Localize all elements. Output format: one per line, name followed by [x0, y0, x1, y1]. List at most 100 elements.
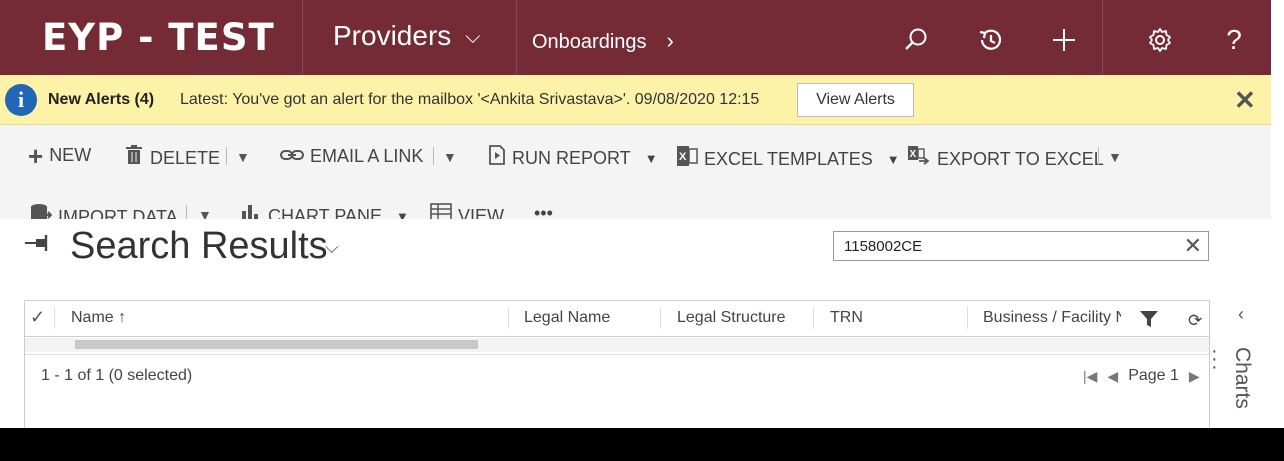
horizontal-scrollbar[interactable]: [25, 338, 1209, 352]
filter-icon[interactable]: [1139, 310, 1159, 333]
close-icon[interactable]: ✕: [1234, 85, 1256, 116]
previous-page-icon[interactable]: ◀: [1107, 368, 1118, 385]
column-header-trn[interactable]: TRN: [830, 309, 863, 327]
column-header-business-facility[interactable]: Business / Facility N: [983, 309, 1121, 327]
help-icon[interactable]: ?: [1216, 22, 1252, 58]
import-data-label: IMPORT DATA: [58, 206, 178, 220]
area-label: Providers: [333, 20, 452, 51]
email-link-label: EMAIL A LINK: [310, 146, 424, 166]
history-icon[interactable]: [972, 22, 1008, 58]
delete-dropdown-icon[interactable]: ▼: [236, 149, 250, 165]
pin-icon[interactable]: [24, 233, 50, 259]
search-icon[interactable]: [898, 22, 934, 58]
command-divider: [226, 147, 227, 165]
email-dropdown-icon[interactable]: ▼: [443, 149, 457, 165]
trash-icon: [124, 145, 144, 171]
chevron-down-icon: ⌵: [465, 26, 481, 48]
charts-more-icon[interactable]: · · ·: [1211, 341, 1218, 377]
info-icon: i: [5, 84, 37, 116]
column-divider: [813, 307, 814, 329]
run-report-button[interactable]: RUN REPORT ▼: [488, 145, 658, 171]
app-title[interactable]: EYP - TEST: [42, 16, 275, 59]
area-selector[interactable]: Providers ⌵: [333, 20, 480, 52]
plus-icon[interactable]: [1046, 22, 1082, 58]
results-grid: ✓ Name ↑ Legal Name Legal Structure TRN …: [24, 300, 1210, 428]
page-label: Page 1: [1128, 367, 1179, 384]
view-button[interactable]: VIEW: [430, 203, 504, 219]
column-header-legal-name[interactable]: Legal Name: [524, 309, 610, 327]
svg-text:X: X: [679, 151, 687, 163]
view-alerts-button[interactable]: View Alerts: [797, 83, 914, 117]
new-button[interactable]: + NEW: [28, 140, 92, 171]
chevron-down-icon: ▼: [644, 150, 658, 166]
export-excel-label: EXPORT TO EXCEL: [937, 148, 1104, 169]
nav-divider: [1102, 0, 1103, 75]
pager: |◀ ◀ Page 1 ▶: [1083, 367, 1200, 385]
import-data-button[interactable]: IMPORT DATA: [30, 203, 178, 219]
column-divider: [660, 307, 661, 329]
first-page-icon[interactable]: |◀: [1083, 368, 1097, 385]
alert-title[interactable]: New Alerts (4): [48, 91, 154, 109]
main-content: Search Results ⌵ ✕ ✓ Name ↑ Legal Name L…: [0, 219, 1271, 428]
clear-search-icon[interactable]: ✕: [1184, 233, 1202, 259]
import-dropdown-icon[interactable]: ▼: [198, 207, 212, 219]
bar-chart-icon: [240, 203, 262, 219]
top-nav-bar: EYP - TEST Providers ⌵ Onboardings › ?: [0, 0, 1271, 75]
excel-icon: X: [676, 145, 698, 173]
email-link-button[interactable]: EMAIL A LINK: [280, 145, 423, 168]
delete-label: DELETE: [150, 147, 221, 168]
search-input[interactable]: [834, 232, 1164, 260]
view-label: VIEW: [458, 205, 505, 220]
grid-view-icon: [430, 203, 452, 219]
chevron-down-icon: ▼: [886, 151, 900, 167]
alert-bar: i New Alerts (4) Latest: You've got an a…: [0, 75, 1271, 125]
grid-footer-divider: [25, 354, 1209, 355]
window-scrollbar[interactable]: [1271, 0, 1284, 428]
command-divider: [186, 205, 187, 219]
export-excel-icon: X: [907, 145, 931, 173]
scrollbar-thumb[interactable]: [75, 340, 478, 349]
command-divider: [1098, 147, 1099, 165]
chevron-down-icon: ▼: [396, 208, 409, 220]
export-dropdown-icon[interactable]: ▼: [1108, 149, 1122, 165]
chevron-right-icon: ›: [666, 28, 674, 53]
nav-divider: [302, 0, 303, 75]
column-divider: [54, 307, 55, 329]
column-header-legal-structure[interactable]: Legal Structure: [677, 309, 786, 327]
refresh-icon[interactable]: ⟳: [1188, 311, 1202, 331]
column-header-name[interactable]: Name ↑: [71, 309, 126, 327]
plus-icon: +: [28, 140, 44, 171]
collapse-charts-chevron-icon[interactable]: ‹: [1238, 304, 1244, 325]
alert-message: Latest: You've got an alert for the mail…: [180, 91, 760, 108]
import-icon: [30, 203, 53, 219]
charts-pane-tab[interactable]: Charts: [1230, 347, 1254, 409]
page-title: Search Results: [70, 225, 328, 267]
crm-window: EYP - TEST Providers ⌵ Onboardings › ? i N…: [0, 0, 1271, 428]
next-page-icon[interactable]: ▶: [1189, 368, 1200, 385]
entity-label: Onboardings: [532, 31, 647, 53]
excel-templates-label: EXCEL TEMPLATES: [704, 148, 873, 169]
entity-breadcrumb[interactable]: Onboardings ›: [532, 28, 674, 54]
gear-icon[interactable]: [1142, 22, 1178, 58]
grid-header: ✓ Name ↑ Legal Name Legal Structure TRN …: [25, 301, 1209, 337]
report-icon: [488, 145, 506, 171]
column-divider: [508, 307, 509, 329]
chart-pane-label: CHART PANE: [268, 205, 383, 220]
export-excel-button[interactable]: X EXPORT TO EXCEL: [907, 145, 1104, 173]
chart-pane-button[interactable]: CHART PANE ▼: [240, 203, 409, 219]
svg-text:X: X: [910, 149, 917, 160]
command-bar: + NEW DELETE ▼ EMAIL A LINK ▼ RUN REPORT …: [0, 125, 1271, 219]
column-divider: [967, 307, 968, 329]
more-commands-button[interactable]: •••: [534, 203, 553, 219]
delete-button[interactable]: DELETE: [124, 145, 220, 171]
run-report-label: RUN REPORT: [512, 147, 631, 168]
record-count: 1 - 1 of 1 (0 selected): [41, 367, 193, 384]
new-label: NEW: [49, 145, 92, 165]
nav-divider: [516, 0, 517, 75]
excel-templates-button[interactable]: X EXCEL TEMPLATES ▼: [676, 145, 900, 173]
select-all-checkmark-icon[interactable]: ✓: [30, 307, 45, 328]
view-selector-chevron-icon[interactable]: ⌵: [325, 237, 339, 258]
search-box: ✕: [833, 231, 1209, 261]
link-icon: [280, 145, 304, 168]
command-divider: [433, 147, 434, 165]
